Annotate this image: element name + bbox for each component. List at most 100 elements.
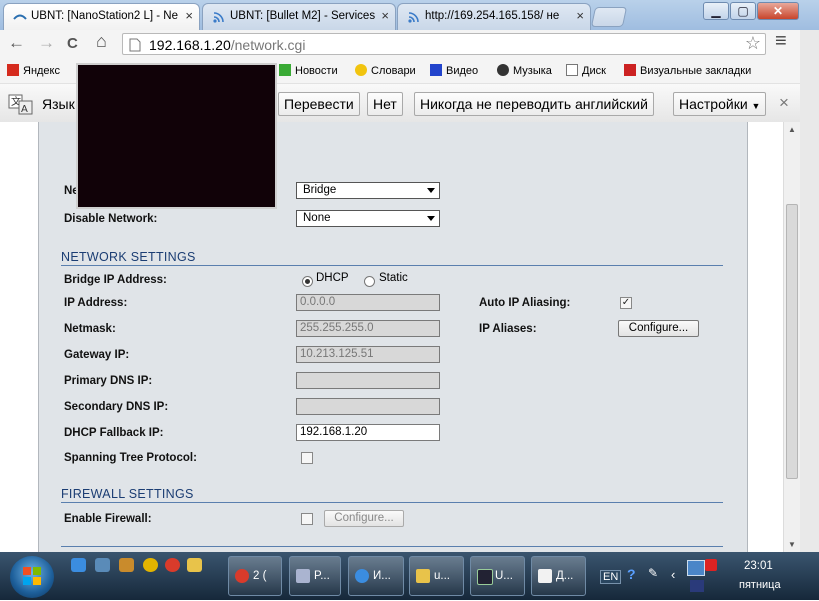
folder-icon [416, 569, 430, 583]
tab-label: http://169.254.165.158/ не [425, 10, 560, 22]
taskbar-item-chrome[interactable]: 2 ( [228, 556, 282, 596]
taskbar-item-ie[interactable]: И... [348, 556, 404, 596]
address-bar[interactable]: 192.168.1.20/network.cgi ☆ [122, 33, 766, 55]
bookmark-music[interactable]: Музыка [497, 64, 552, 77]
new-tab-button[interactable] [590, 7, 628, 27]
enable-firewall-label: Enable Firewall: [64, 513, 152, 525]
tab-bullet[interactable]: UBNT: [Bullet M2] - Services × [202, 3, 396, 30]
translate-button[interactable]: Перевести [278, 92, 360, 116]
secondary-dns-input[interactable] [296, 398, 440, 415]
overlay-window [76, 63, 277, 209]
folder-quicklaunch-icon[interactable] [187, 558, 202, 572]
bookmark-visual[interactable]: Визуальные закладки [624, 64, 751, 77]
pen-icon[interactable]: ✎ [648, 566, 658, 580]
firewall-configure-button[interactable]: Configure... [324, 510, 404, 527]
reload-button[interactable]: C [67, 35, 78, 52]
ie-quicklaunch-icon[interactable] [71, 558, 86, 572]
translate-close-icon[interactable]: × [779, 93, 789, 113]
bookmark-disk[interactable]: Диск [566, 64, 606, 77]
task-label: u... [434, 570, 450, 582]
tab-label: UBNT: [Bullet M2] - Services [230, 10, 375, 22]
firewall-settings-heading: FIREWALL SETTINGS [61, 487, 723, 503]
primary-dns-input[interactable] [296, 372, 440, 389]
scrollbar-thumb[interactable] [786, 204, 798, 479]
disable-network-select[interactable]: None [296, 210, 440, 227]
spanning-tree-checkbox[interactable] [301, 452, 313, 464]
ip-aliases-configure-button[interactable]: Configure... [618, 320, 699, 337]
taskbar-item-document[interactable]: Д... [531, 556, 586, 596]
translate-settings-button[interactable]: Настройки ▼ [673, 92, 766, 116]
forward-button[interactable]: → [38, 33, 55, 53]
netmask-input[interactable]: 255.255.255.0 [296, 320, 440, 337]
tab-close-icon[interactable]: × [576, 8, 584, 23]
translate-icon: 文A [8, 93, 34, 115]
bookmark-video[interactable]: Видео [430, 64, 478, 77]
chrome-quicklaunch-icon[interactable] [165, 558, 180, 572]
bookmark-label: Яндекс [23, 65, 60, 77]
back-button[interactable]: ← [8, 33, 25, 53]
ip-address-input[interactable]: 0.0.0.0 [296, 294, 440, 311]
no-translate-button[interactable]: Нет [367, 92, 403, 116]
bookmark-dictionary[interactable]: Словари [355, 64, 416, 77]
document-icon [538, 569, 552, 583]
tab-nanostation[interactable]: UBNT: [NanoStation2 L] - Ne × [3, 3, 200, 30]
wifi-icon [213, 12, 224, 23]
windows-logo-icon [23, 567, 41, 585]
close-window-button[interactable]: ✕ [757, 2, 799, 20]
music-icon [497, 64, 509, 76]
bookmark-star-icon[interactable]: ☆ [745, 33, 761, 54]
app-icon [296, 569, 310, 583]
gateway-ip-label: Gateway IP: [64, 349, 130, 361]
bookmark-yandex[interactable]: Яндекс [7, 64, 60, 77]
show-hidden-icons-icon[interactable]: ‹ [671, 567, 675, 582]
speaker-tray-icon[interactable] [690, 580, 704, 592]
minimize-button[interactable]: ▁ [703, 2, 729, 20]
page-icon [129, 38, 141, 52]
menu-button[interactable]: ≡ [775, 30, 787, 53]
clock-day[interactable]: пятница [739, 579, 781, 591]
bookmark-news[interactable]: Новости [279, 64, 338, 77]
bookmark-label: Словари [371, 65, 416, 77]
task-label: U... [495, 570, 513, 582]
secondary-dns-label: Secondary DNS IP: [64, 401, 169, 413]
never-translate-button[interactable]: Никогда не переводить английский [414, 92, 654, 116]
desktop-quicklaunch-icon[interactable] [95, 558, 110, 572]
tab-close-icon[interactable]: × [185, 8, 193, 23]
vertical-scrollbar[interactable]: ▲ ▼ [783, 122, 801, 552]
network-tray-icon[interactable] [687, 560, 705, 576]
dhcp-radio[interactable] [302, 276, 313, 287]
task-label: Д... [556, 570, 574, 582]
language-indicator[interactable]: EN [600, 570, 622, 584]
clock-time[interactable]: 23:01 [744, 560, 773, 572]
news-icon [279, 64, 291, 76]
task-label: И... [373, 570, 391, 582]
start-button[interactable] [10, 556, 54, 598]
maximize-button[interactable]: ▢ [730, 2, 756, 20]
taskbar-item-p[interactable]: P... [289, 556, 341, 596]
disable-network-label: Disable Network: [64, 213, 158, 225]
antivirus-tray-icon[interactable] [705, 559, 717, 571]
network-mode-select[interactable]: Bridge [296, 182, 440, 199]
dhcp-fallback-label: DHCP Fallback IP: [64, 427, 164, 439]
translate-language-label: Язык [42, 96, 75, 112]
app-quicklaunch-icon[interactable] [143, 558, 158, 572]
gateway-ip-input[interactable]: 10.213.125.51 [296, 346, 440, 363]
scroll-down-icon[interactable]: ▼ [788, 540, 796, 549]
section-divider [61, 546, 723, 547]
ie-icon [355, 569, 369, 583]
monitor-icon [477, 569, 493, 585]
tab-close-icon[interactable]: × [381, 8, 389, 23]
taskbar-item-folder[interactable]: u... [409, 556, 464, 596]
video-icon [430, 64, 442, 76]
auto-ip-aliasing-checkbox[interactable]: ✓ [620, 297, 632, 309]
home-button[interactable]: ⌂ [96, 31, 107, 52]
chevron-down-icon [427, 216, 435, 221]
dhcp-fallback-input[interactable]: 192.168.1.20 [296, 424, 440, 441]
scroll-up-icon[interactable]: ▲ [788, 125, 796, 134]
taskbar-item-monitor[interactable]: U... [470, 556, 525, 596]
static-radio[interactable] [364, 276, 375, 287]
tool-quicklaunch-icon[interactable] [119, 558, 134, 572]
help-icon[interactable]: ? [627, 566, 636, 582]
tab-http[interactable]: http://169.254.165.158/ не × [397, 3, 591, 30]
enable-firewall-checkbox[interactable] [301, 513, 313, 525]
